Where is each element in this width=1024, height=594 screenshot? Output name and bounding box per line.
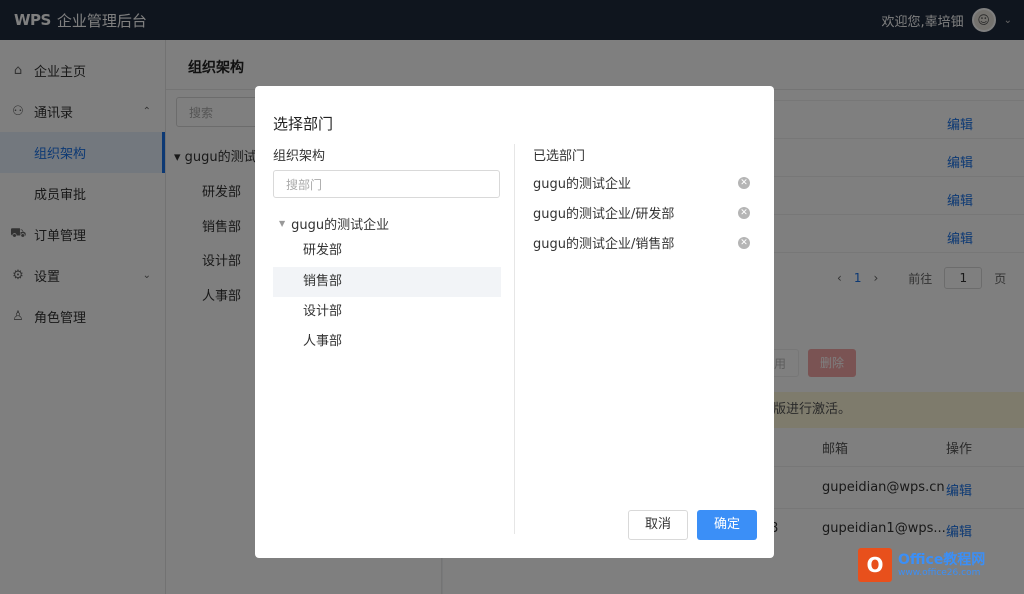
remove-icon[interactable]: ✕ (738, 206, 750, 219)
caret-down-icon[interactable]: ▼ (279, 219, 285, 228)
watermark-title: Office教程网 (898, 551, 986, 568)
confirm-button[interactable]: 确定 (697, 510, 757, 540)
selected-departments-label: 已选部门 (533, 149, 586, 164)
org-structure-label: 组织架构 (273, 149, 326, 164)
column-divider (514, 144, 515, 534)
selected-department-label: gugu的测试企业 (533, 177, 631, 192)
selected-department: gugu的测试企业/研发部 ✕ (533, 203, 753, 222)
watermark: O Office教程网 www.office26.com (858, 548, 985, 582)
dept-tree-root[interactable]: ▼ gugu的测试企业 (279, 214, 389, 233)
selected-department: gugu的测试企业/销售部 ✕ (533, 233, 753, 252)
cancel-button[interactable]: 取消 (628, 510, 688, 540)
select-department-dialog: 选择部门 组织架构 搜部门 ▼ gugu的测试企业 研发部 销售部 设计部 人事… (255, 86, 774, 558)
remove-icon[interactable]: ✕ (738, 176, 750, 189)
dept-node[interactable]: 研发部 (273, 236, 501, 266)
selected-department: gugu的测试企业 ✕ (533, 173, 753, 192)
watermark-text: Office教程网 www.office26.com (898, 551, 986, 578)
dialog-title: 选择部门 (273, 115, 334, 133)
dept-node[interactable]: 人事部 (273, 327, 501, 357)
selected-department-label: gugu的测试企业/销售部 (533, 237, 675, 252)
watermark-url: www.office26.com (898, 567, 981, 578)
remove-icon[interactable]: ✕ (738, 236, 750, 249)
selected-department-label: gugu的测试企业/研发部 (533, 207, 675, 222)
dept-tree-root-label: gugu的测试企业 (291, 218, 390, 233)
dept-node[interactable]: 设计部 (273, 297, 501, 327)
office-logo-icon: O (858, 548, 892, 582)
dept-node[interactable]: 销售部 (273, 267, 501, 297)
department-search-input[interactable]: 搜部门 (273, 170, 500, 198)
